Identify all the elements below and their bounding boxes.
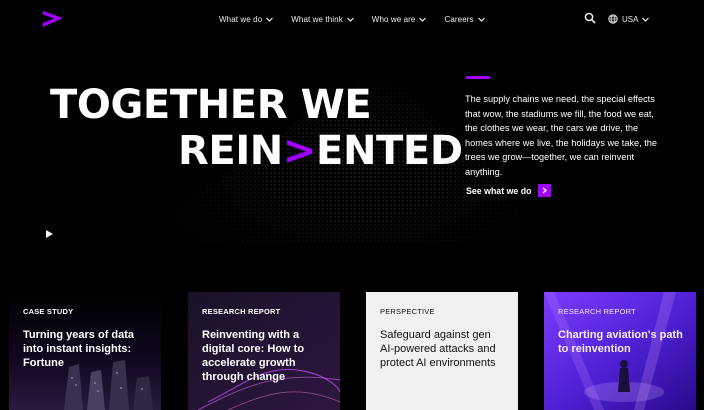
accenture-logo-icon[interactable] [42,10,64,28]
chevron-down-icon [477,17,485,22]
arrow-right-icon [537,184,551,197]
hero-description: The supply chains we need, the special e… [465,94,658,177]
card-title: Safeguard against gen AI-powered attacks… [380,329,496,369]
card-title: Charting aviation's path to reinvention [558,329,683,355]
card-title: Turning years of data into instant insig… [23,329,135,369]
card-research-report-aviation[interactable]: RESEARCH REPORT Charting aviation's path… [544,292,696,410]
nav-item-label: Careers [444,14,474,24]
nav-item-what-we-do[interactable]: What we do [219,14,274,24]
hero-title: TOGETHER WE REIN>ENTED [50,82,470,174]
page: What we do What we think Who we are Care… [0,0,704,410]
accent-bar [466,76,490,79]
card-eyebrow: CASE STUDY [23,307,74,316]
nav-item-who-we-are[interactable]: Who we are [372,15,427,24]
card-title: Reinventing with a digital core: How to … [202,329,305,383]
hero-title-prefix: REIN [178,128,283,174]
play-icon[interactable] [44,229,54,239]
nav-item-label: What we think [291,14,343,24]
see-what-we-do-link[interactable]: See what we do [466,184,551,197]
card-eyebrow: RESEARCH REPORT [558,307,636,316]
nav-item-careers[interactable]: Careers [444,14,485,24]
card-eyebrow: RESEARCH REPORT [202,307,281,316]
chevron-down-icon [266,17,274,22]
nav-item-what-we-think[interactable]: What we think [291,15,354,24]
brand-greater-than-mark: > [282,128,317,174]
globe-icon [608,14,618,24]
see-what-we-do-label: See what we do [466,185,532,196]
chevron-down-icon [346,17,354,22]
hero-title-suffix: ENTED [316,128,463,174]
featured-cards: CASE STUDY Turning years of data into in… [9,292,699,410]
chevron-down-icon [419,17,427,22]
region-selector[interactable]: USA [608,0,650,38]
nav-item-label: What we do [219,14,263,24]
card-research-report-digital-core[interactable]: RESEARCH REPORT Reinventing with a digit… [188,292,340,410]
search-icon[interactable] [584,12,596,24]
main-nav: What we do What we think Who we are Care… [219,0,485,38]
hero-title-line-1: TOGETHER WE [50,82,372,128]
card-eyebrow: PERSPECTIVE [380,307,435,316]
hero-title-line-2: REIN>ENTED [50,128,470,174]
nav-item-label: Who we are [371,14,416,24]
region-label: USA [622,14,639,24]
chevron-down-icon [642,17,650,22]
top-navigation: What we do What we think Who we are Care… [0,0,704,38]
card-case-study[interactable]: CASE STUDY Turning years of data into in… [9,292,161,410]
card-perspective-gen-ai[interactable]: PERSPECTIVE Safeguard against gen AI-pow… [366,292,518,410]
